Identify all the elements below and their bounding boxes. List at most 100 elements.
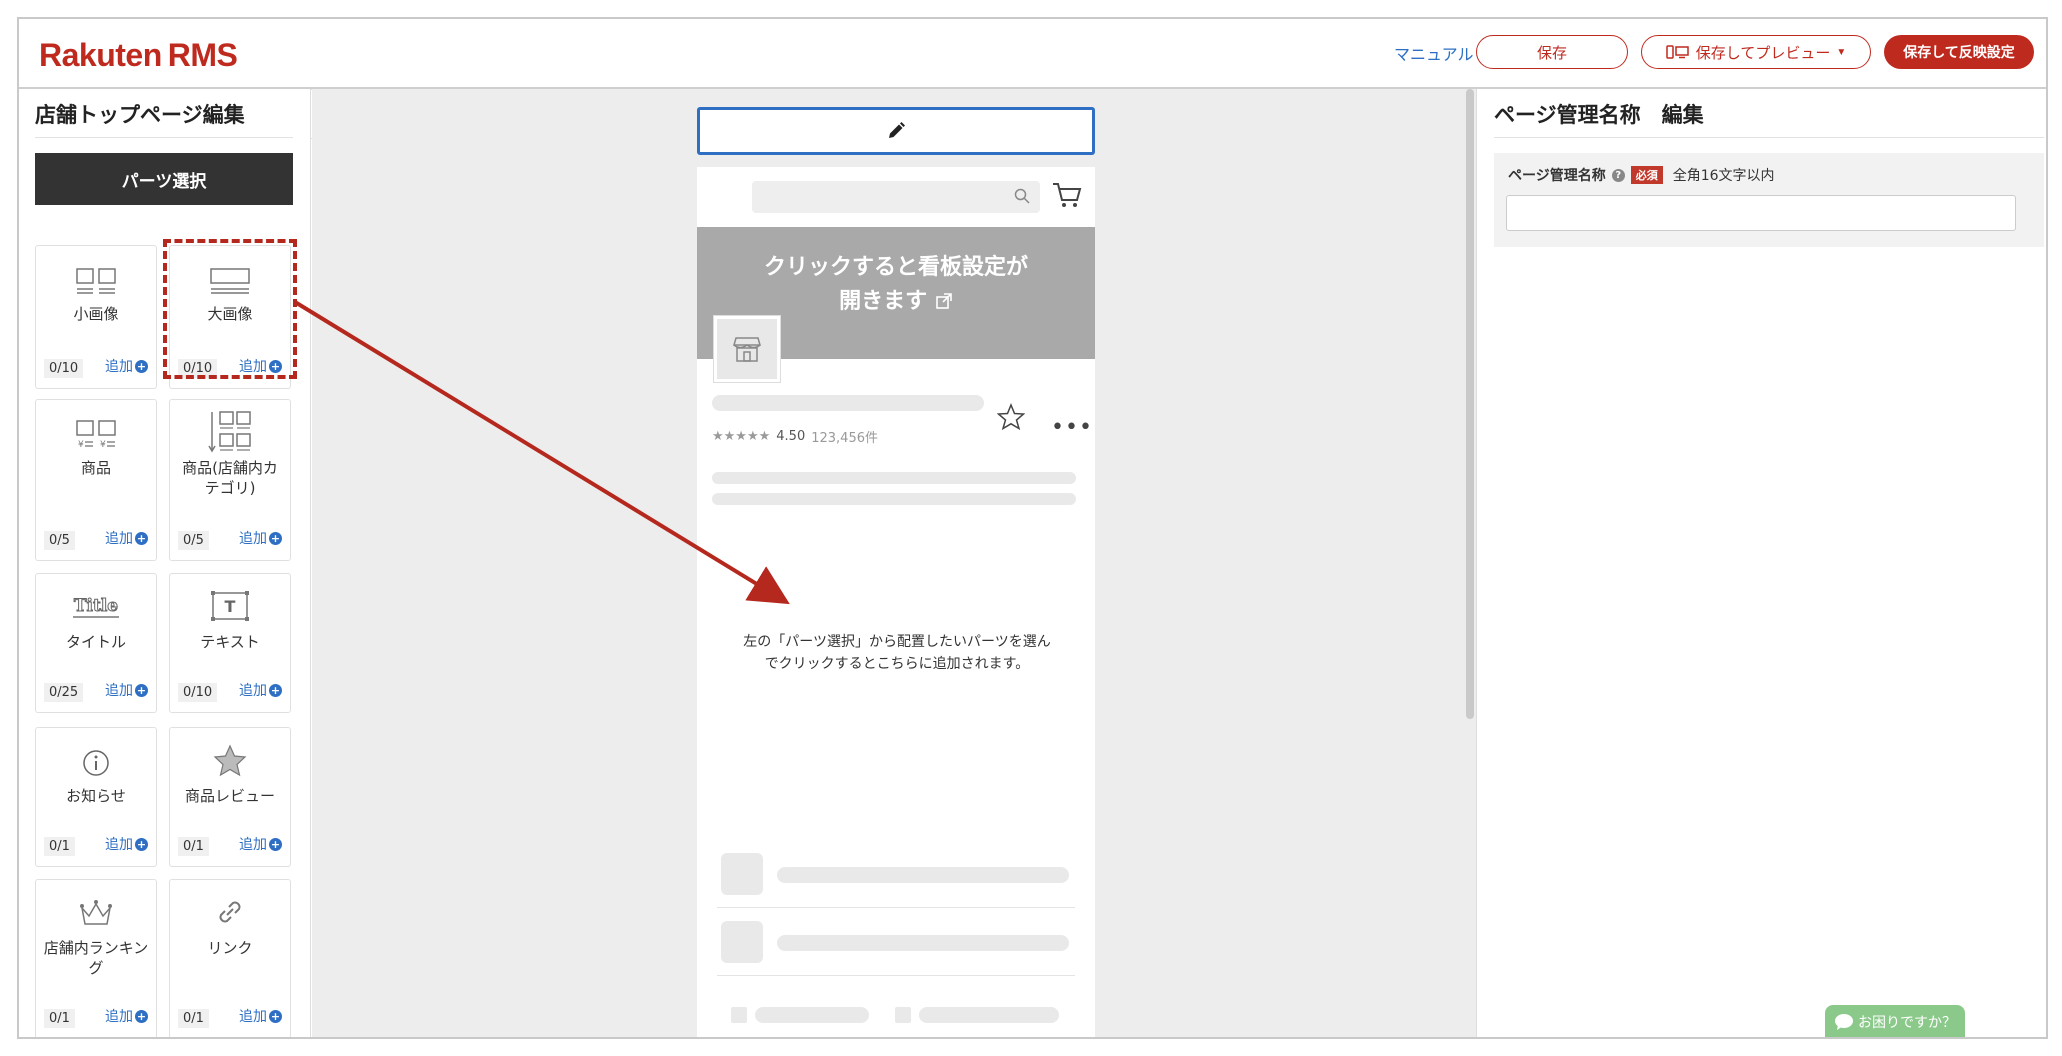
search-icon [1014,188,1030,204]
divider [1494,137,2044,138]
store-logo-placeholder [713,315,781,383]
part-text[interactable]: T テキスト 0/10 追加 + [169,573,291,713]
add-part-button[interactable]: 追加 + [239,528,282,548]
rating-value: 4.50 [776,429,806,444]
manual-link[interactable]: マニュアル [1394,41,1474,65]
svg-text:¥: ¥ [78,440,84,450]
mobile-preview: クリックすると看板設定が 開きます ★★★★★ 4.50 123,456件 ••… [697,167,1095,1037]
save-publish-button[interactable]: 保存して反映設定 [1884,35,2034,69]
add-part-button[interactable]: 追加 + [105,1006,148,1026]
add-part-button[interactable]: 追加 + [105,356,148,376]
part-count: 0/25 [44,683,84,702]
logo-text-sub: RMS [167,37,238,73]
part-label: 小画像 [73,305,119,323]
add-part-button[interactable]: 追加 + [239,680,282,700]
plus-circle-icon: + [269,1009,282,1023]
more-options-icon: ••• [1051,415,1093,440]
banner-text-line2-row: 開きます [697,285,1095,319]
part-label: 商品レビュー [184,787,275,805]
canvas-scrollbar[interactable] [1466,89,1474,719]
part-link[interactable]: リンク 0/1 追加 + [169,879,291,1037]
save-publish-label: 保存して反映設定 [1903,44,2015,60]
banner-text-line1: クリックすると看板設定が [763,255,1028,280]
part-label: 商品(店舗内カテゴリ) [182,459,278,497]
page-name-label-row: ページ管理名称 ? 必須 全角16文字以内 [1508,165,1775,185]
tag-text-placeholder [919,1007,1059,1023]
add-part-button[interactable]: 追加 + [105,834,148,854]
svg-text:¥: ¥ [100,440,106,450]
rating-stars-icon: ★★★★★ [712,429,771,444]
part-title[interactable]: Title タイトル 0/25 追加 + [35,573,157,713]
external-link-icon [936,293,952,309]
right-panel: ページ管理名称 編集 ページ管理名称 ? 必須 全角16文字以内 [1476,89,2046,1037]
add-part-button[interactable]: 追加 + [105,680,148,700]
part-count: 0/5 [178,531,209,550]
parts-select-header: パーツ選択 [35,153,293,205]
product-category-icon [170,410,290,454]
add-label: 追加 [239,531,267,547]
part-label: お知らせ [66,787,126,805]
add-part-button[interactable]: 追加 + [239,1006,282,1026]
part-label: タイトル [65,633,126,651]
add-part-button[interactable]: 追加 + [105,528,148,548]
required-badge: 必須 [1630,166,1663,184]
svg-text:Title: Title [74,596,118,616]
hint-line1: 左の「パーツ選択」から配置したいパーツを選ん [743,634,1051,650]
part-ranking[interactable]: 店舗内ランキング 0/1 追加 + [35,879,157,1037]
help-widget-button[interactable]: お困りですか？ [1825,1005,1965,1037]
plus-circle-icon: + [135,531,148,545]
part-product[interactable]: ¥ ¥ 商品 0/5 追加 + [35,399,157,561]
shop-rating: ★★★★★ 4.50 123,456件 [712,427,878,446]
caret-down-icon: ▼ [1836,46,1847,58]
product-icon: ¥ ¥ [36,420,156,450]
help-widget-label: お困りですか？ [1858,1015,1956,1031]
hint-line2: でクリックするとこちらに追加されます。 [764,656,1030,672]
help-icon[interactable]: ? [1611,168,1625,182]
part-product-review[interactable]: 商品レビュー 0/1 追加 + [169,727,291,867]
rating-count: 123,456件 [811,431,878,446]
page-name-form: ページ管理名称 ? 必須 全角16文字以内 [1494,153,2044,247]
list-thumb-placeholder [721,921,763,963]
page-name-input[interactable] [1506,195,2016,231]
tag-placeholder [895,1007,911,1023]
text-icon: T [170,590,290,622]
part-product-category[interactable]: 商品(店舗内カテゴリ) 0/5 追加 + [169,399,291,561]
save-button[interactable]: 保存 [1476,35,1628,69]
plus-circle-icon: + [269,531,282,545]
part-label: リンク [207,939,253,957]
part-count: 0/1 [178,837,209,856]
large-image-highlight [163,239,297,379]
tag-text-placeholder [755,1007,869,1023]
plus-circle-icon: + [269,683,282,697]
empty-state-hint: 左の「パーツ選択」から配置したいパーツを選ん でクリックするとこちらに追加されま… [727,631,1067,675]
info-icon [36,748,156,778]
add-label: 追加 [105,837,133,853]
add-label: 追加 [105,683,133,699]
save-preview-button[interactable]: 保存してプレビュー ▼ [1641,35,1871,69]
divider [717,907,1075,908]
field-label: ページ管理名称 [1508,168,1606,184]
divider [35,137,293,138]
add-label: 追加 [105,359,133,375]
plus-circle-icon: + [135,359,148,373]
rakuten-rms-logo[interactable]: Rakuten RMS [39,37,238,74]
part-count: 0/1 [44,1009,75,1028]
svg-text:T: T [225,597,236,616]
panel-title: ページ管理名称 編集 [1494,103,1704,127]
part-count: 0/10 [44,359,84,378]
add-label: 追加 [239,837,267,853]
add-label: 追加 [105,1009,133,1025]
list-text-placeholder [777,935,1069,951]
edit-page-name-bar[interactable] [697,107,1095,155]
part-label: 商品 [80,459,111,477]
pencil-icon [889,122,905,138]
tag-placeholder [731,1007,747,1023]
part-label: 店舗内ランキング [43,939,149,977]
part-small-image[interactable]: 小画像 0/10 追加 + [35,245,157,389]
list-thumb-placeholder [721,853,763,895]
part-notice[interactable]: お知らせ 0/1 追加 + [35,727,157,867]
plus-circle-icon: + [135,683,148,697]
add-part-button[interactable]: 追加 + [239,834,282,854]
part-count: 0/5 [44,531,75,550]
favorite-star-icon [997,403,1025,431]
